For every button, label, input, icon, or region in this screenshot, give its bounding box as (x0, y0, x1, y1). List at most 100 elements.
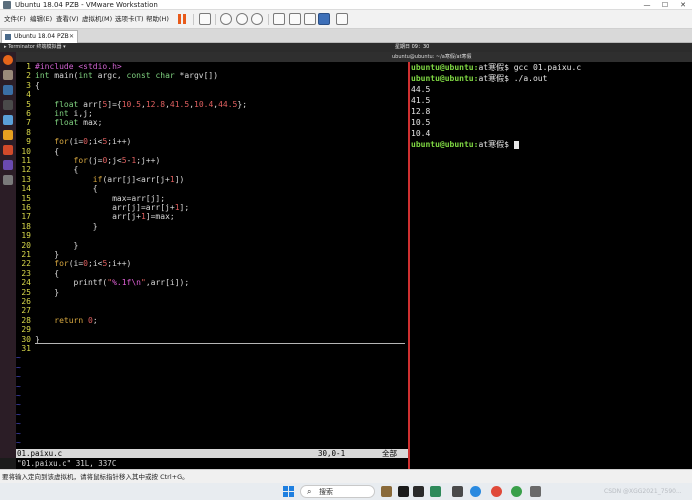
tilde-glyph: ~ (16, 438, 21, 447)
revert-snapshot-icon[interactable] (236, 13, 248, 25)
vim-code-line[interactable]: 15 max=arr[j]; (16, 194, 408, 203)
menu-file[interactable]: 文件(F) (4, 14, 26, 24)
vim-code-line[interactable]: 22 for(i=0;i<5;i++) (16, 259, 408, 268)
shell-text: 41.5 (411, 96, 431, 105)
vim-code-line[interactable]: 17 arr[j+1]=max; (16, 212, 408, 221)
vim-editor-pane[interactable]: 1 #include <stdio.h> 2 int main(int argc, c… (16, 62, 408, 458)
files-icon[interactable] (3, 70, 13, 80)
vim-line-number: 6 (26, 109, 31, 118)
vim-code-line[interactable]: 10 { (16, 147, 408, 156)
menu-edit[interactable]: 编辑(E) (30, 14, 52, 24)
taskbar-app-icon[interactable] (413, 486, 424, 497)
vim-code-line[interactable]: 13 if(arr[j]<arr[j+1]) (16, 175, 408, 184)
menu-vm[interactable]: 虚拟机(M) (82, 14, 112, 24)
vim-code-line[interactable]: 23 { (16, 269, 408, 278)
snapshot-icon[interactable] (220, 13, 232, 25)
vim-line-number: 26 (21, 297, 31, 306)
edge-icon[interactable] (470, 486, 481, 497)
stretch-view-icon[interactable] (336, 13, 348, 25)
code-token: { (35, 165, 79, 175)
task-view-icon[interactable] (398, 486, 409, 497)
vim-line-code: float arr[5]={10.5,12.8,41.5,10.4,44.5}; (35, 100, 247, 109)
vim-code-line[interactable]: 24 printf("%.1f\n",arr[i]); (16, 278, 408, 287)
send-ctrl-alt-del-icon[interactable] (199, 13, 211, 25)
vim-line-code: } (35, 241, 79, 250)
vim-cmdline[interactable]: "01.paixu.c" 31L, 337C (16, 458, 408, 469)
taskbar-app-icon[interactable] (381, 486, 392, 497)
input-hint-text: 要将输入定向到该虚拟机，请将鼠标指针移入其中或按 Ctrl+G。 (2, 473, 189, 481)
vim-code-line[interactable]: 20 } (16, 241, 408, 250)
taskbar-search[interactable]: ⌕ 搜索 (300, 485, 375, 498)
unity-icon[interactable] (304, 13, 316, 25)
software-icon[interactable] (3, 145, 13, 155)
firefox-icon[interactable] (3, 55, 13, 65)
vim-code-line[interactable]: 14 { (16, 184, 408, 193)
code-token: ;i++) (107, 137, 132, 147)
vim-code-line[interactable]: 3{ (16, 81, 408, 90)
shell-text: 44.5 (411, 85, 431, 94)
panel-clock[interactable]: 星期日 09：30 (395, 43, 429, 52)
writer-icon[interactable] (3, 115, 13, 125)
close-tab-icon[interactable]: ✕ (69, 31, 74, 43)
vim-code-line[interactable]: 5 float arr[5]={10.5,12.8,41.5,10.4,44.5… (16, 100, 408, 109)
vim-code-line[interactable]: 16 arr[j]=arr[j+1]; (16, 203, 408, 212)
vim-code-line[interactable]: 31 (16, 344, 408, 353)
menu-view[interactable]: 查看(V) (56, 14, 79, 24)
pause-vm-icon[interactable] (176, 13, 188, 25)
menu-tabs[interactable]: 选项卡(T) (115, 14, 144, 24)
code-token: float (54, 99, 79, 109)
vim-code-line[interactable]: 18 } (16, 222, 408, 231)
vim-line-number: 29 (21, 325, 31, 335)
vim-line-code: { (35, 165, 79, 175)
thunderbird-icon[interactable] (3, 85, 13, 95)
maximize-button[interactable]: ☐ (658, 0, 672, 10)
vim-code-line[interactable]: 19 (16, 231, 408, 240)
vim-line-number: 21 (21, 250, 31, 259)
library-icon[interactable] (273, 13, 285, 25)
app-menu[interactable]: ▸ Terminator 终端模拟器 ▾ (4, 43, 66, 52)
vim-code-line[interactable]: 28 return 0; (16, 316, 408, 325)
vim-code-line[interactable]: 21 } (16, 250, 408, 259)
code-token: ;j++) (136, 156, 161, 165)
taskbar-app-icon[interactable] (430, 486, 441, 497)
code-token: int (54, 109, 69, 118)
taskbar-app-icon[interactable] (452, 486, 463, 497)
manage-snapshots-icon[interactable] (251, 13, 263, 25)
vim-code-line[interactable]: 12 { (16, 165, 408, 174)
vim-code-line[interactable]: 4 (16, 90, 408, 99)
vim-code-line[interactable]: 8 (16, 128, 408, 137)
vim-code-line[interactable]: 27 (16, 306, 408, 315)
vim-code-line[interactable]: 29 (16, 325, 408, 334)
impress-icon[interactable] (3, 130, 13, 140)
code-token: argc, (92, 71, 127, 81)
chrome-icon[interactable] (491, 486, 502, 497)
vim-line-number: 16 (21, 203, 31, 212)
menu-help[interactable]: 帮助(H) (146, 14, 169, 24)
terminal-icon[interactable] (3, 100, 13, 110)
console-view-icon[interactable] (318, 13, 330, 25)
shell-pane[interactable]: ubuntu@ubuntu:at寒假$ gcc 01.paixu.c ubuntu… (410, 62, 692, 469)
vim-code-line[interactable]: 11 for(j=0;j<5-1;j++) (16, 156, 408, 165)
vm-tab[interactable]: Ubuntu 18.04 PZB ✕ (1, 30, 78, 43)
close-button[interactable]: ✕ (676, 0, 690, 10)
vim-code-line[interactable]: 26 (16, 297, 408, 306)
fullscreen-icon[interactable] (289, 13, 301, 25)
minimize-button[interactable]: — (640, 0, 654, 10)
vmware-hint-bar: 要将输入定向到该虚拟机，请将鼠标指针移入其中或按 Ctrl+G。 (0, 469, 692, 483)
vmware-taskbar-icon[interactable] (530, 486, 541, 497)
window-title: Ubuntu 18.04 PZB - VMware Workstation (15, 1, 158, 9)
wechat-icon[interactable] (511, 486, 522, 497)
vim-code-line[interactable]: 2 int main(int argc, const char *argv[]) (16, 71, 408, 80)
vim-code-line[interactable]: 7 float max; (16, 118, 408, 127)
vim-code-line[interactable]: 25 } (16, 288, 408, 297)
vim-line-code: for(i=0;i<5;i++) (35, 259, 131, 268)
vim-code-line[interactable]: 6 int i,j; (16, 109, 408, 118)
vim-code-line[interactable]: 9 for(i=0;i<5;i++) (16, 137, 408, 146)
help-icon[interactable] (3, 160, 13, 170)
code-token: } (35, 250, 60, 259)
windows-start-icon[interactable] (283, 486, 294, 497)
vim-code-line[interactable]: 1 #include <stdio.h> (16, 62, 408, 71)
code-token: 44.5 (218, 99, 238, 109)
settings-icon[interactable] (3, 175, 13, 185)
